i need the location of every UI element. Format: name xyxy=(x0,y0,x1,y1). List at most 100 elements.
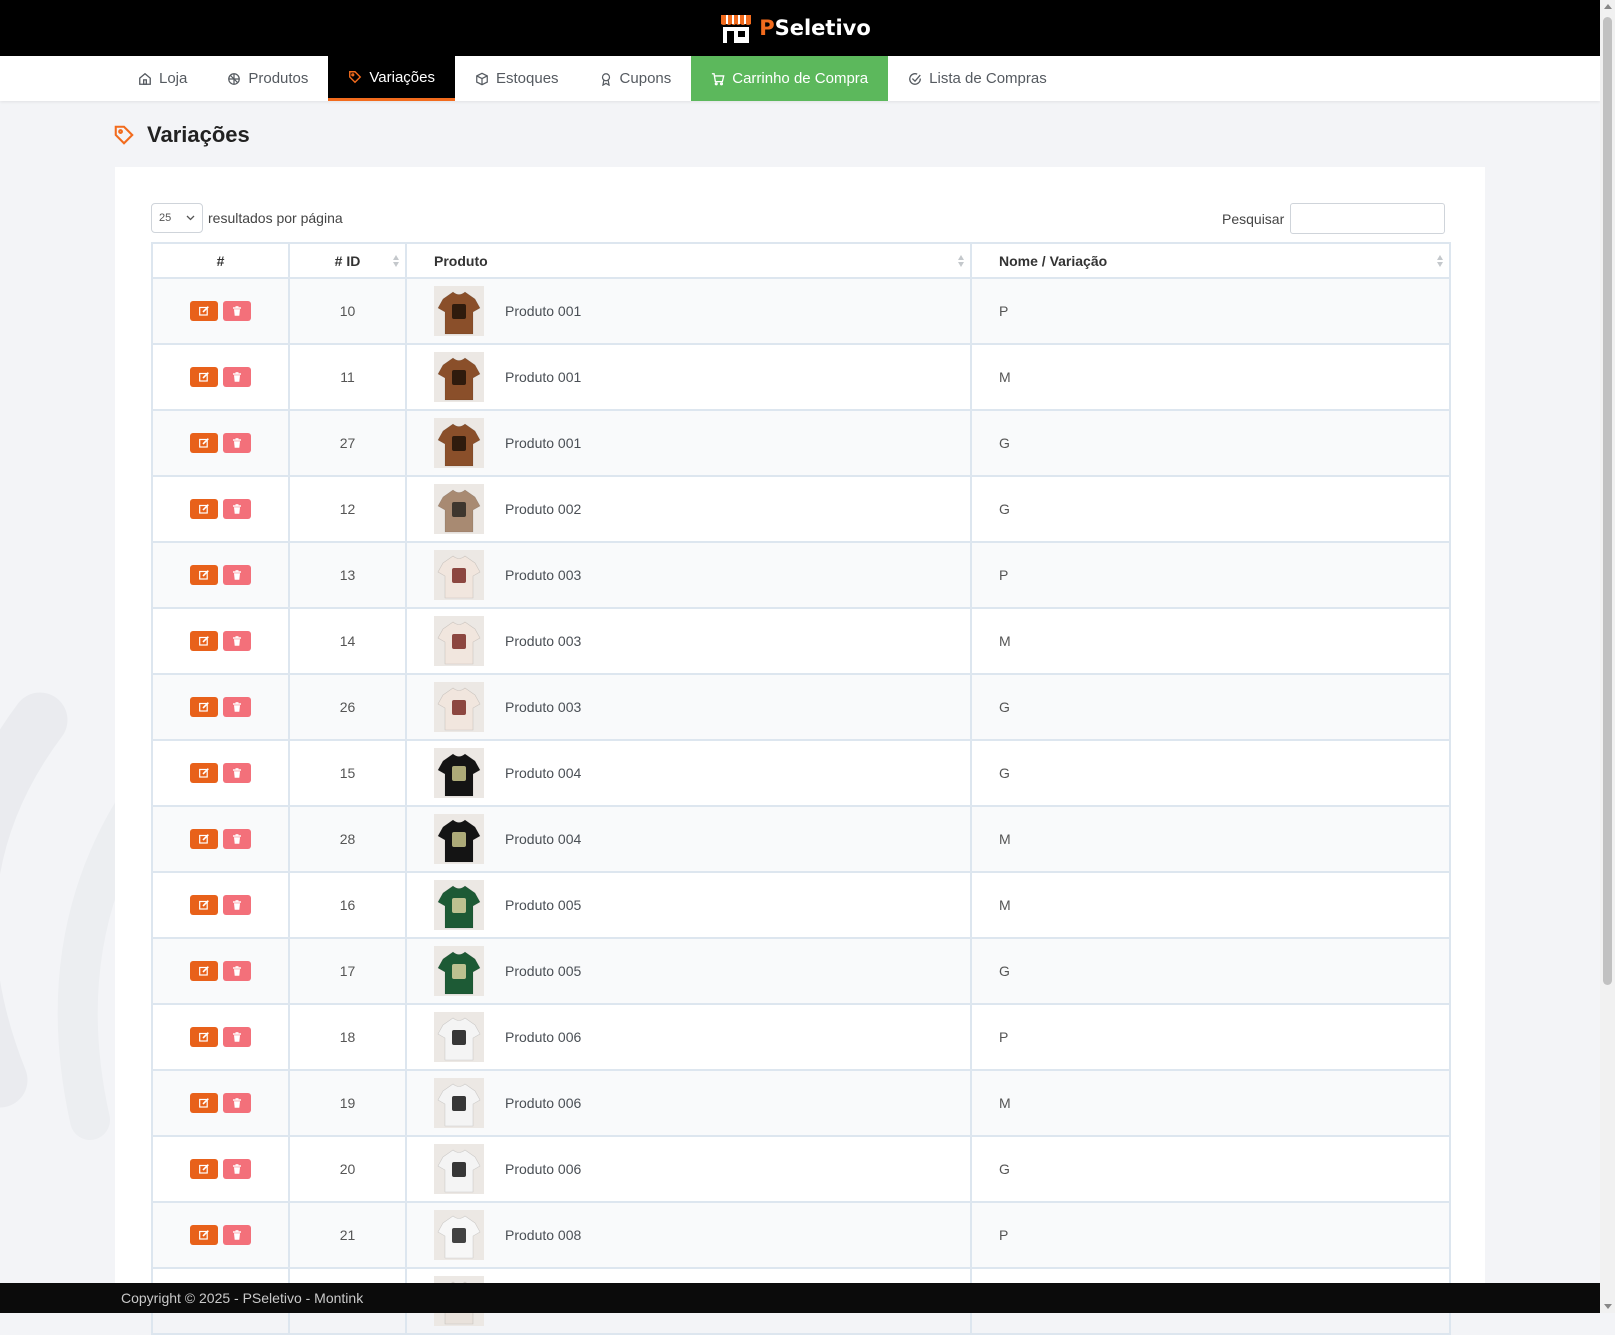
row-product-name: Produto 004 xyxy=(505,765,582,781)
nav-label: Cupons xyxy=(619,70,672,87)
row-product-cell: Produto 002 xyxy=(405,475,972,543)
row-variation: P xyxy=(970,1003,1451,1071)
product-thumbnail xyxy=(434,1078,484,1128)
table-row: 19 Produto 006 M xyxy=(151,1069,1451,1137)
edit-button[interactable] xyxy=(189,763,218,783)
delete-button[interactable] xyxy=(223,631,252,651)
header-id[interactable]: # ID xyxy=(288,242,407,279)
delete-button[interactable] xyxy=(223,829,252,849)
nav-item-loja[interactable]: Loja xyxy=(118,56,207,101)
trash-icon xyxy=(233,1164,242,1174)
edit-icon xyxy=(198,570,209,580)
delete-button[interactable] xyxy=(223,1093,252,1113)
sort-icon xyxy=(958,255,964,267)
row-product-cell: Produto 006 xyxy=(405,1003,972,1071)
delete-button[interactable] xyxy=(223,961,252,981)
edit-icon xyxy=(198,1230,209,1240)
delete-button[interactable] xyxy=(223,301,252,321)
row-actions-cell xyxy=(151,1003,290,1071)
table-row: 27 Produto 001 G xyxy=(151,409,1451,477)
delete-button[interactable] xyxy=(223,433,252,453)
edit-icon xyxy=(198,372,209,382)
row-actions-cell xyxy=(151,739,290,807)
edit-button[interactable] xyxy=(189,367,218,387)
row-id: 18 xyxy=(288,1003,407,1071)
row-variation: G xyxy=(970,1135,1451,1203)
nav-item-produtos[interactable]: Produtos xyxy=(207,56,328,101)
trash-icon xyxy=(233,306,242,316)
row-product-cell: Produto 001 xyxy=(405,409,972,477)
edit-icon xyxy=(198,438,209,448)
delete-button[interactable] xyxy=(223,1159,252,1179)
table-row: 13 Produto 003 P xyxy=(151,541,1451,609)
product-thumbnail xyxy=(434,814,484,864)
edit-button[interactable] xyxy=(189,1093,218,1113)
edit-button[interactable] xyxy=(189,631,218,651)
table-row: 26 Produto 003 G xyxy=(151,673,1451,741)
edit-button[interactable] xyxy=(189,565,218,585)
delete-button[interactable] xyxy=(223,1225,252,1245)
variations-table: # # ID Produto Nome / Variação 10 Produt… xyxy=(151,242,1451,1335)
trash-icon xyxy=(233,636,242,646)
row-product-name: Produto 003 xyxy=(505,567,582,583)
scroll-down-icon[interactable] xyxy=(1604,1304,1612,1309)
nav-item-lista-compras[interactable]: Lista de Compras xyxy=(888,56,1067,101)
table-row: 20 Produto 006 G xyxy=(151,1135,1451,1203)
edit-button[interactable] xyxy=(189,697,218,717)
brand-logo[interactable]: PSeletivo xyxy=(719,12,871,44)
page-title-text: Variações xyxy=(147,122,250,147)
delete-button[interactable] xyxy=(223,895,252,915)
delete-button[interactable] xyxy=(223,499,252,519)
delete-button[interactable] xyxy=(223,1027,252,1047)
nav-label: Variações xyxy=(369,68,435,86)
table-row: 18 Produto 006 P xyxy=(151,1003,1451,1071)
delete-button[interactable] xyxy=(223,367,252,387)
footer-text: Copyright © 2025 - PSeletivo - Montink xyxy=(121,1290,364,1306)
trash-icon xyxy=(233,504,242,514)
nav-item-carrinho[interactable]: Carrinho de Compra xyxy=(691,56,889,101)
row-product-cell: Produto 006 xyxy=(405,1135,972,1203)
row-id: 11 xyxy=(288,343,407,411)
edit-button[interactable] xyxy=(189,499,218,519)
storefront-icon xyxy=(721,15,752,43)
row-variation: G xyxy=(970,409,1451,477)
search-input[interactable] xyxy=(1290,203,1446,234)
row-product-cell: Produto 003 xyxy=(405,673,972,741)
row-product-name: Produto 006 xyxy=(505,1161,582,1177)
header-product[interactable]: Produto xyxy=(405,242,972,279)
page-scrollbar[interactable] xyxy=(1600,0,1615,1313)
row-actions-cell xyxy=(151,673,290,741)
edit-button[interactable] xyxy=(189,433,218,453)
row-variation: G xyxy=(970,475,1451,543)
row-actions-cell xyxy=(151,1135,290,1203)
edit-icon xyxy=(198,900,209,910)
edit-button[interactable] xyxy=(189,895,218,915)
edit-icon xyxy=(198,834,209,844)
scroll-thumb[interactable] xyxy=(1603,17,1612,985)
header-variation[interactable]: Nome / Variação xyxy=(970,242,1451,279)
nav-item-variacoes[interactable]: Variações xyxy=(328,56,455,101)
row-id: 21 xyxy=(288,1201,407,1269)
delete-button[interactable] xyxy=(223,697,252,717)
delete-button[interactable] xyxy=(223,763,252,783)
nav-label: Loja xyxy=(159,70,188,87)
edit-button[interactable] xyxy=(189,1027,218,1047)
edit-button[interactable] xyxy=(189,1159,218,1179)
page-length-select[interactable]: 25 xyxy=(151,203,203,233)
table-row: 16 Produto 005 M xyxy=(151,871,1451,939)
nav-menu: Loja Produtos Variações Estoques Cupons … xyxy=(118,56,1067,101)
edit-button[interactable] xyxy=(189,961,218,981)
delete-button[interactable] xyxy=(223,565,252,585)
trash-icon xyxy=(233,768,242,778)
nav-item-estoques[interactable]: Estoques xyxy=(455,56,579,101)
nav-item-cupons[interactable]: Cupons xyxy=(579,56,692,101)
edit-icon xyxy=(198,966,209,976)
edit-button[interactable] xyxy=(189,1225,218,1245)
row-product-cell: Produto 004 xyxy=(405,805,972,873)
scroll-up-icon[interactable] xyxy=(1604,4,1612,9)
top-header: PSeletivo xyxy=(0,0,1600,56)
edit-button[interactable] xyxy=(189,301,218,321)
row-product-name: Produto 005 xyxy=(505,897,582,913)
brand-prefix: P xyxy=(759,16,775,40)
edit-button[interactable] xyxy=(189,829,218,849)
